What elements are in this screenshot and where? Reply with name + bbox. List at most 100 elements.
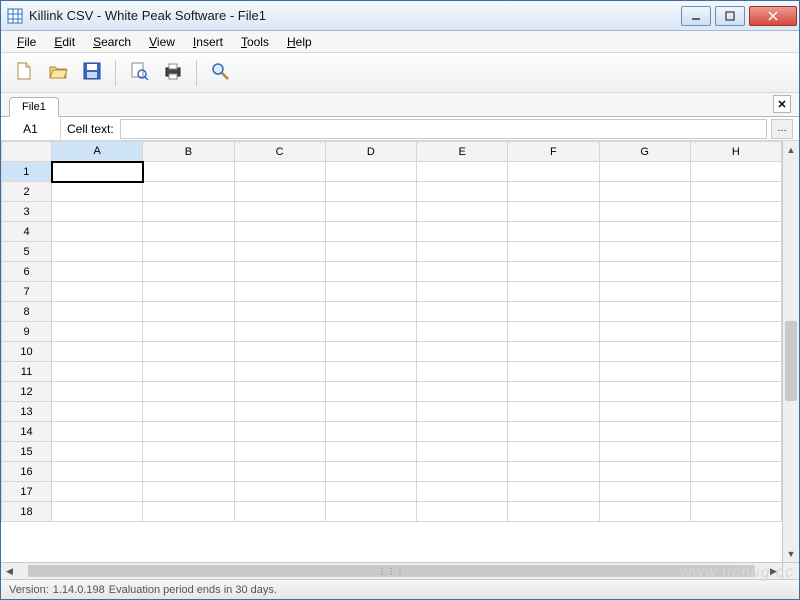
cell-G13[interactable]: [599, 402, 690, 422]
cell-G2[interactable]: [599, 182, 690, 202]
cell-H8[interactable]: [690, 302, 781, 322]
cell-C11[interactable]: [234, 362, 325, 382]
cell-A4[interactable]: [52, 222, 143, 242]
cell-G18[interactable]: [599, 502, 690, 522]
cell-D5[interactable]: [325, 242, 416, 262]
cell-E4[interactable]: [417, 222, 508, 242]
cell-F18[interactable]: [508, 502, 599, 522]
cell-F13[interactable]: [508, 402, 599, 422]
row-header-14[interactable]: 14: [2, 422, 52, 442]
cell-B1[interactable]: [143, 162, 234, 182]
open-file-button[interactable]: [43, 58, 73, 88]
cell-D16[interactable]: [325, 462, 416, 482]
cell-G17[interactable]: [599, 482, 690, 502]
row-header-10[interactable]: 10: [2, 342, 52, 362]
scroll-left-arrow[interactable]: ◀: [1, 563, 18, 579]
cell-H15[interactable]: [690, 442, 781, 462]
cell-A6[interactable]: [52, 262, 143, 282]
cell-F12[interactable]: [508, 382, 599, 402]
cell-A1[interactable]: [52, 162, 143, 182]
cell-A11[interactable]: [52, 362, 143, 382]
cell-F5[interactable]: [508, 242, 599, 262]
cell-C14[interactable]: [234, 422, 325, 442]
cell-G1[interactable]: [599, 162, 690, 182]
cell-B16[interactable]: [143, 462, 234, 482]
cell-G16[interactable]: [599, 462, 690, 482]
cell-F3[interactable]: [508, 202, 599, 222]
cell-D6[interactable]: [325, 262, 416, 282]
column-header-D[interactable]: D: [325, 142, 416, 162]
row-header-2[interactable]: 2: [2, 182, 52, 202]
tab-close-button[interactable]: ✕: [773, 95, 791, 113]
cell-A18[interactable]: [52, 502, 143, 522]
print-button[interactable]: [158, 58, 188, 88]
cell-G7[interactable]: [599, 282, 690, 302]
cell-A14[interactable]: [52, 422, 143, 442]
cell-H13[interactable]: [690, 402, 781, 422]
cell-G11[interactable]: [599, 362, 690, 382]
menu-edit[interactable]: Edit: [46, 33, 83, 51]
cell-E1[interactable]: [417, 162, 508, 182]
cell-E13[interactable]: [417, 402, 508, 422]
cell-D1[interactable]: [325, 162, 416, 182]
cell-B14[interactable]: [143, 422, 234, 442]
cell-E11[interactable]: [417, 362, 508, 382]
cell-A16[interactable]: [52, 462, 143, 482]
cell-H4[interactable]: [690, 222, 781, 242]
cell-H10[interactable]: [690, 342, 781, 362]
cell-B5[interactable]: [143, 242, 234, 262]
cell-A3[interactable]: [52, 202, 143, 222]
cell-A9[interactable]: [52, 322, 143, 342]
cell-D12[interactable]: [325, 382, 416, 402]
print-preview-button[interactable]: [124, 58, 154, 88]
row-header-5[interactable]: 5: [2, 242, 52, 262]
cell-G5[interactable]: [599, 242, 690, 262]
cell-B9[interactable]: [143, 322, 234, 342]
cell-A12[interactable]: [52, 382, 143, 402]
cell-E14[interactable]: [417, 422, 508, 442]
cell-H6[interactable]: [690, 262, 781, 282]
scroll-up-arrow[interactable]: ▲: [783, 141, 799, 158]
cell-G12[interactable]: [599, 382, 690, 402]
cell-A8[interactable]: [52, 302, 143, 322]
menu-view[interactable]: View: [141, 33, 183, 51]
cell-A17[interactable]: [52, 482, 143, 502]
row-header-9[interactable]: 9: [2, 322, 52, 342]
cell-C8[interactable]: [234, 302, 325, 322]
cell-E2[interactable]: [417, 182, 508, 202]
menu-insert[interactable]: Insert: [185, 33, 231, 51]
cell-A7[interactable]: [52, 282, 143, 302]
cell-H12[interactable]: [690, 382, 781, 402]
cell-G3[interactable]: [599, 202, 690, 222]
row-header-1[interactable]: 1: [2, 162, 52, 182]
cell-E15[interactable]: [417, 442, 508, 462]
cell-H16[interactable]: [690, 462, 781, 482]
minimize-button[interactable]: [681, 6, 711, 26]
row-header-17[interactable]: 17: [2, 482, 52, 502]
cell-F2[interactable]: [508, 182, 599, 202]
cell-C10[interactable]: [234, 342, 325, 362]
cell-G15[interactable]: [599, 442, 690, 462]
cell-C12[interactable]: [234, 382, 325, 402]
scroll-right-arrow[interactable]: ▶: [765, 563, 782, 579]
cell-C9[interactable]: [234, 322, 325, 342]
menu-tools[interactable]: Tools: [233, 33, 277, 51]
cell-F17[interactable]: [508, 482, 599, 502]
cell-C2[interactable]: [234, 182, 325, 202]
cell-C6[interactable]: [234, 262, 325, 282]
cell-A13[interactable]: [52, 402, 143, 422]
cell-C7[interactable]: [234, 282, 325, 302]
cell-H11[interactable]: [690, 362, 781, 382]
row-header-15[interactable]: 15: [2, 442, 52, 462]
cell-E16[interactable]: [417, 462, 508, 482]
cell-D2[interactable]: [325, 182, 416, 202]
cell-text-expand-button[interactable]: …: [771, 119, 793, 139]
cell-H2[interactable]: [690, 182, 781, 202]
row-header-7[interactable]: 7: [2, 282, 52, 302]
cell-E10[interactable]: [417, 342, 508, 362]
cell-D13[interactable]: [325, 402, 416, 422]
row-header-6[interactable]: 6: [2, 262, 52, 282]
cell-B17[interactable]: [143, 482, 234, 502]
scroll-thumb[interactable]: ⋮⋮⋮: [28, 565, 755, 577]
cell-F10[interactable]: [508, 342, 599, 362]
